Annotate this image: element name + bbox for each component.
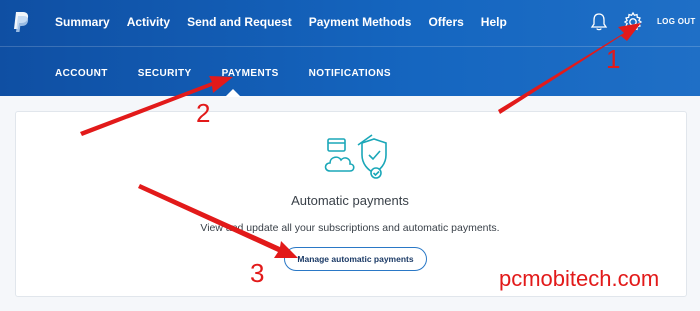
nav-summary[interactable]: Summary (55, 15, 110, 29)
header-divider (0, 46, 700, 47)
nav-help[interactable]: Help (481, 15, 507, 29)
nav-send-and-request[interactable]: Send and Request (187, 15, 292, 29)
top-navigation: Summary Activity Send and Request Paymen… (55, 15, 524, 29)
gear-icon[interactable] (622, 11, 644, 33)
nav-payment-methods[interactable]: Payment Methods (309, 15, 412, 29)
manage-automatic-payments-button[interactable]: Manage automatic payments (284, 247, 427, 271)
cloud-shield-icon (324, 134, 387, 179)
nav-activity[interactable]: Activity (127, 15, 170, 29)
watermark-text: pcmobitech.com (499, 266, 660, 291)
active-tab-indicator (225, 89, 241, 97)
tab-notifications[interactable]: NOTIFICATIONS (309, 68, 391, 79)
settings-tabs: ACCOUNT SECURITY PAYMENTS NOTIFICATIONS (55, 68, 421, 79)
bell-icon[interactable] (590, 12, 608, 32)
header: Summary Activity Send and Request Paymen… (0, 0, 700, 97)
card-title: Automatic payments (291, 193, 409, 208)
nav-offers[interactable]: Offers (428, 15, 463, 29)
tab-account[interactable]: ACCOUNT (55, 68, 108, 79)
step-3-label: 3 (250, 258, 265, 288)
paypal-logo-icon[interactable] (13, 11, 29, 35)
step-2-label: 2 (196, 98, 211, 128)
tab-payments[interactable]: PAYMENTS (222, 68, 279, 79)
step-1-label: 1 (606, 44, 621, 74)
card-description: View and update all your subscriptions a… (200, 222, 500, 234)
logout-link[interactable]: LOG OUT (657, 17, 696, 26)
tab-security[interactable]: SECURITY (138, 68, 192, 79)
